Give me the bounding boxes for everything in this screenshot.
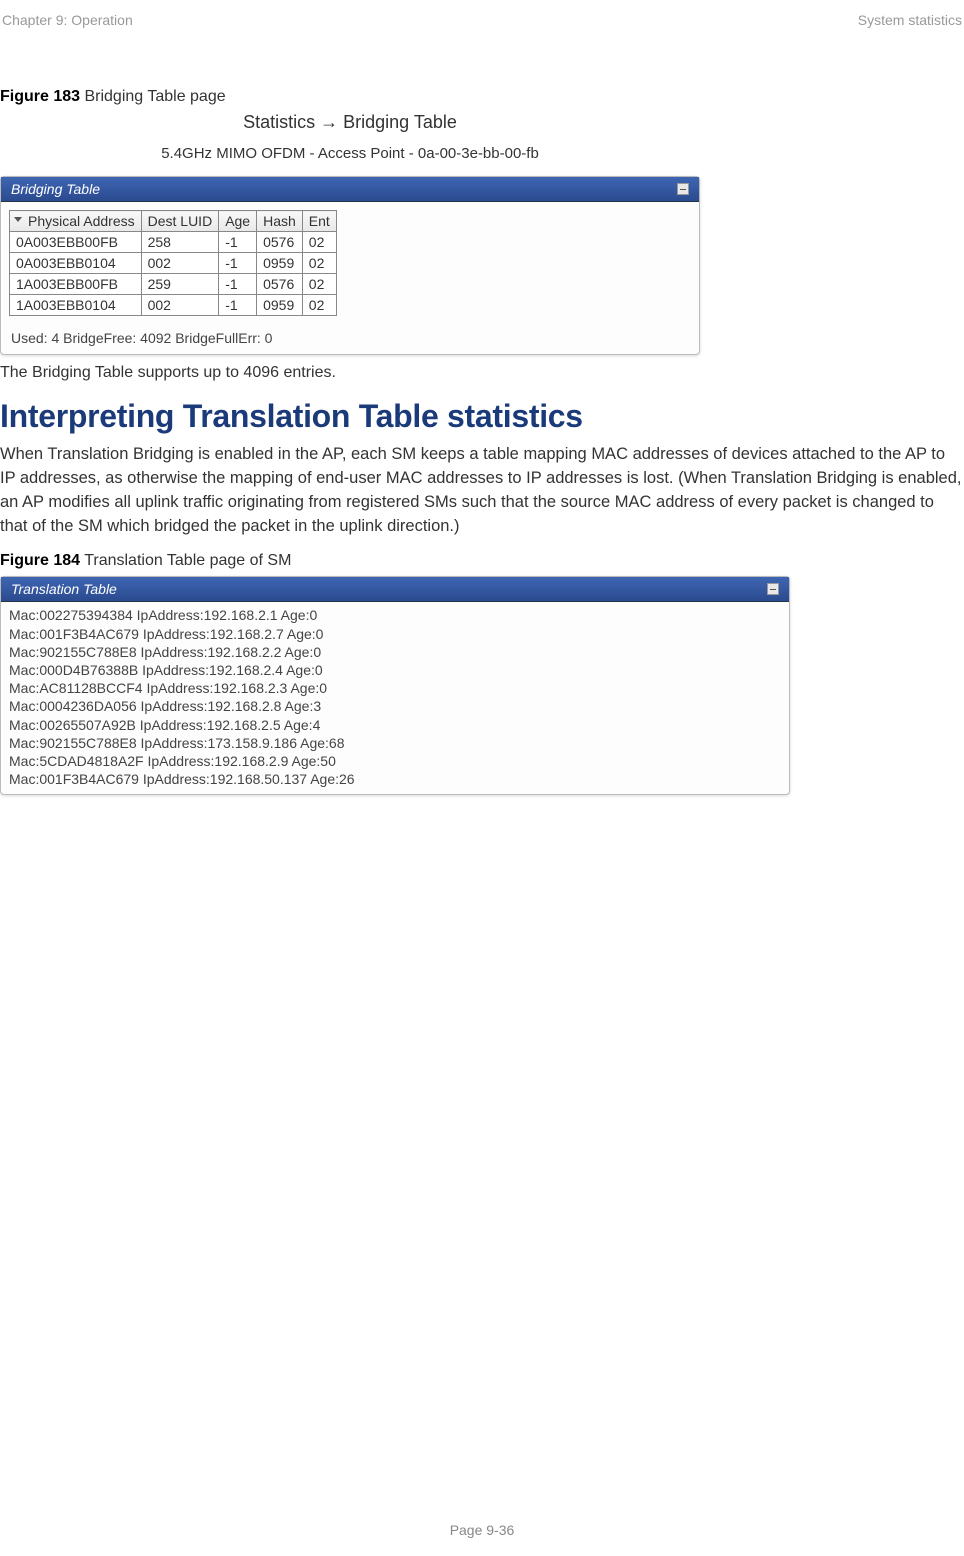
header-section: System statistics — [858, 12, 964, 28]
body-text-entries: The Bridging Table supports up to 4096 e… — [0, 363, 964, 384]
section-heading: Interpreting Translation Table statistic… — [0, 398, 964, 435]
chevron-down-icon — [14, 217, 22, 222]
list-item: Mac:001F3B4AC679 IpAddress:192.168.2.7 A… — [9, 625, 781, 643]
bridging-panel-header: Bridging Table — [1, 177, 699, 202]
list-item: Mac:902155C788E8 IpAddress:173.158.9.186… — [9, 734, 781, 752]
translation-table-body: Mac:002275394384 IpAddress:192.168.2.1 A… — [1, 602, 789, 794]
list-item: Mac:001F3B4AC679 IpAddress:192.168.50.13… — [9, 770, 781, 788]
table-row: 1A003EBB0104 002 -1 0959 02 — [10, 295, 337, 316]
col-physical-address: Physical Address — [10, 211, 142, 232]
figure-183-title: Bridging Table page — [80, 88, 226, 105]
col-ent: Ent — [302, 211, 336, 232]
translation-table-panel: Translation Table Mac:002275394384 IpAdd… — [0, 576, 790, 795]
header-chapter: Chapter 9: Operation — [0, 12, 133, 28]
list-item: Mac:AC81128BCCF4 IpAddress:192.168.2.3 A… — [9, 679, 781, 697]
table-row: 0A003EBB0104 002 -1 0959 02 — [10, 253, 337, 274]
list-item: Mac:0004236DA056 IpAddress:192.168.2.8 A… — [9, 697, 781, 715]
table-header-row: Physical Address Dest LUID Age Hash Ent — [10, 211, 337, 232]
statistics-breadcrumb: Statistics → Bridging Table — [0, 112, 700, 133]
col-age: Age — [219, 211, 257, 232]
col-hash: Hash — [257, 211, 303, 232]
figure-184-caption: Figure 184 Translation Table page of SM — [0, 552, 964, 570]
list-item: Mac:5CDAD4818A2F IpAddress:192.168.2.9 A… — [9, 752, 781, 770]
bridging-table: Physical Address Dest LUID Age Hash Ent … — [9, 210, 337, 316]
figure-183-number: Figure 183 — [0, 88, 80, 105]
table-row: 0A003EBB00FB 258 -1 0576 02 — [10, 232, 337, 253]
figure-183-caption: Figure 183 Bridging Table page — [0, 88, 964, 106]
figure-184-image: Translation Table Mac:002275394384 IpAdd… — [0, 576, 790, 795]
list-item: Mac:00265507A92B IpAddress:192.168.2.5 A… — [9, 716, 781, 734]
figure-184-number: Figure 184 — [0, 552, 80, 569]
figure-184-title: Translation Table page of SM — [80, 552, 291, 569]
figure-183-image: Statistics → Bridging Table 5.4GHz MIMO … — [0, 112, 700, 355]
device-info-line: 5.4GHz MIMO OFDM - Access Point - 0a-00-… — [0, 145, 700, 162]
list-item: Mac:902155C788E8 IpAddress:192.168.2.2 A… — [9, 643, 781, 661]
translation-panel-header: Translation Table — [1, 577, 789, 602]
translation-panel-title: Translation Table — [11, 581, 117, 597]
bridging-table-footer: Used: 4 BridgeFree: 4092 BridgeFullErr: … — [1, 324, 699, 354]
minimize-icon — [677, 183, 689, 195]
list-item: Mac:000D4B76388B IpAddress:192.168.2.4 A… — [9, 661, 781, 679]
minimize-icon — [767, 583, 779, 595]
col-dest-luid: Dest LUID — [141, 211, 219, 232]
list-item: Mac:002275394384 IpAddress:192.168.2.1 A… — [9, 606, 781, 624]
table-row: 1A003EBB00FB 259 -1 0576 02 — [10, 274, 337, 295]
bridging-panel-title: Bridging Table — [11, 181, 100, 197]
body-paragraph: When Translation Bridging is enabled in … — [0, 443, 964, 539]
page-header: Chapter 9: Operation System statistics — [0, 0, 964, 28]
bridging-table-panel: Bridging Table Physical Address Dest LUI… — [0, 176, 700, 355]
page-number: Page 9-36 — [0, 1522, 964, 1538]
